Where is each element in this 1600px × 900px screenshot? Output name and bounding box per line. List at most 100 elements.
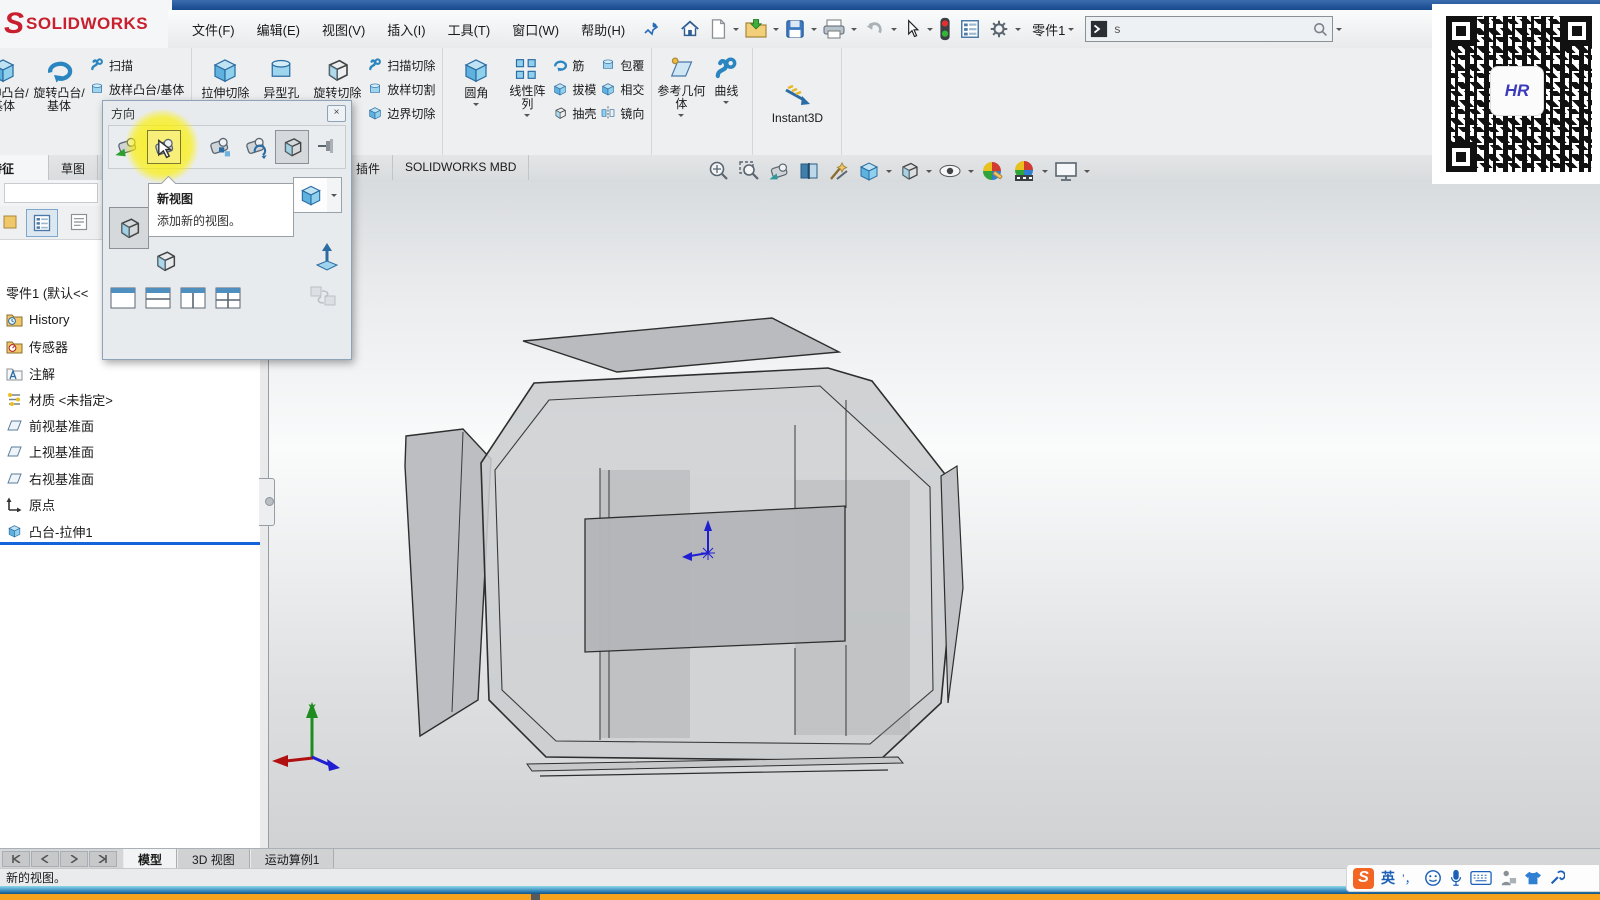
fillet-button[interactable]: 圆角 xyxy=(448,52,504,153)
pin-dialog-button[interactable] xyxy=(313,130,339,162)
new-document-button[interactable] xyxy=(706,16,730,42)
view-settings-button[interactable] xyxy=(1052,158,1080,184)
undo-button[interactable] xyxy=(860,16,888,42)
menu-view[interactable]: 视图(V) xyxy=(312,16,375,43)
tab-solidworks-mbd[interactable]: SOLIDWORKS MBD xyxy=(393,155,529,180)
instant3d-button[interactable]: Instant3D xyxy=(758,52,836,153)
hide-show-items-button[interactable] xyxy=(936,158,964,184)
tree-item-material[interactable]: 材质 <未指定> xyxy=(0,387,113,411)
view-orientation-cube-button[interactable] xyxy=(293,177,329,213)
settings-button[interactable] xyxy=(986,16,1012,42)
tree-item-front-plane[interactable]: 前视基准面 xyxy=(0,413,94,437)
display-style-dropdown[interactable] xyxy=(886,170,892,176)
tree-part-root[interactable]: 零件1 (默认<< xyxy=(0,280,88,304)
linear-pattern-dropdown[interactable] xyxy=(524,114,530,120)
save-button[interactable] xyxy=(782,16,808,42)
menu-help[interactable]: 帮助(H) xyxy=(571,16,635,43)
mirror-button[interactable]: 镜向 xyxy=(600,104,644,122)
open-button[interactable] xyxy=(742,16,770,42)
rebuild-button[interactable] xyxy=(936,15,954,43)
reference-geometry-button[interactable]: 参考几何体 xyxy=(657,52,705,153)
revolve-boss-button[interactable]: 旋转凸台/基体 xyxy=(31,52,87,153)
section-view-button[interactable] xyxy=(796,158,822,184)
close-icon[interactable]: × xyxy=(327,105,346,122)
menu-tools[interactable]: 工具(T) xyxy=(438,16,501,43)
menu-window[interactable]: 窗口(W) xyxy=(502,16,569,43)
new-dropdown[interactable] xyxy=(733,28,739,34)
rib-button[interactable]: 筋 xyxy=(552,56,596,74)
tab-nav-prev-button[interactable] xyxy=(31,851,59,867)
print-button[interactable] xyxy=(820,16,848,42)
apply-scene-dropdown[interactable] xyxy=(1042,170,1048,176)
toolbox-wrench-icon[interactable] xyxy=(1549,870,1565,886)
tab-nav-first-button[interactable] xyxy=(2,851,30,867)
update-standard-views-button[interactable] xyxy=(203,130,235,162)
panel-tab-configurations[interactable] xyxy=(2,209,20,235)
model-left-plate[interactable] xyxy=(405,429,491,736)
shell-button[interactable]: 抽壳 xyxy=(552,104,596,122)
settings-dropdown[interactable] xyxy=(1015,28,1021,34)
document-name[interactable]: 零件1 xyxy=(1032,20,1065,39)
fillet-dropdown[interactable] xyxy=(473,103,479,109)
view-settings-dropdown[interactable] xyxy=(1084,170,1090,176)
sweep-button[interactable]: 扫描 xyxy=(89,56,184,74)
loft-cut-button[interactable]: 放样切割 xyxy=(367,80,435,98)
two-view-vertical-button[interactable] xyxy=(179,285,207,310)
microphone-icon[interactable] xyxy=(1449,869,1463,887)
dimetric-cube-icon[interactable] xyxy=(151,247,179,275)
options-list-button[interactable] xyxy=(957,16,983,42)
tree-item-history[interactable]: History xyxy=(0,307,69,331)
wrap-button[interactable]: 包覆 xyxy=(600,56,644,74)
tab-nav-next-button[interactable] xyxy=(60,851,88,867)
draft-button[interactable]: 拔模 xyxy=(552,80,596,98)
emoji-icon[interactable] xyxy=(1424,869,1442,887)
view-orientation-cube-dropdown[interactable] xyxy=(327,177,342,213)
doc-tab-3d-views[interactable]: 3D 视图 xyxy=(177,849,250,869)
apply-scene-button[interactable] xyxy=(1010,158,1038,184)
single-view-button[interactable] xyxy=(109,285,137,310)
tab-features[interactable]: 特征 xyxy=(0,155,49,180)
menu-insert[interactable]: 插入(I) xyxy=(377,16,435,43)
isometric-view-button[interactable] xyxy=(109,207,149,249)
rollback-bar[interactable] xyxy=(0,542,260,545)
curves-button[interactable]: 曲线 xyxy=(705,52,747,153)
ime-language-toggle[interactable]: 英 xyxy=(1381,868,1395,888)
tree-item-boss-extrude1[interactable]: 凸台-拉伸1 xyxy=(0,519,93,543)
print-dropdown[interactable] xyxy=(851,28,857,34)
document-dropdown[interactable] xyxy=(1068,28,1074,34)
undo-dropdown[interactable] xyxy=(891,28,897,34)
save-dropdown[interactable] xyxy=(811,28,817,34)
menu-edit[interactable]: 编辑(E) xyxy=(247,16,310,43)
hide-show-dropdown[interactable] xyxy=(968,170,974,176)
keyboard-icon[interactable] xyxy=(1470,870,1492,886)
select-dropdown[interactable] xyxy=(927,28,933,34)
sogou-logo[interactable]: S xyxy=(1353,868,1374,889)
tree-filter-box[interactable] xyxy=(4,183,98,203)
view-orientation-dropdown[interactable] xyxy=(926,170,932,176)
four-view-button[interactable] xyxy=(214,285,242,310)
pin-menu-icon[interactable] xyxy=(643,21,659,37)
search-dropdown[interactable] xyxy=(1336,28,1342,34)
tree-item-origin[interactable]: 原点 xyxy=(0,492,55,516)
two-view-horizontal-button[interactable] xyxy=(144,285,172,310)
model-canvas[interactable]: Y X xyxy=(268,180,1600,848)
previous-view-tool-button[interactable] xyxy=(111,130,143,162)
zoom-to-fit-button[interactable] xyxy=(706,158,732,184)
panel-tab-property-manager[interactable] xyxy=(64,209,94,235)
ime-punctuation-toggle[interactable]: ’， xyxy=(1402,870,1417,887)
doc-tab-model[interactable]: 模型 xyxy=(123,849,177,869)
normal-to-icon[interactable] xyxy=(313,241,341,273)
graphics-viewport[interactable]: Y X xyxy=(268,180,1600,848)
reset-standard-views-button[interactable] xyxy=(239,130,271,162)
search-input[interactable]: s xyxy=(1085,16,1333,42)
display-style-button[interactable] xyxy=(856,158,882,184)
select-button[interactable] xyxy=(900,16,924,42)
tree-item-sensors[interactable]: 传感器 xyxy=(0,334,68,358)
reference-geometry-dropdown[interactable] xyxy=(678,114,684,120)
tab-nav-last-button[interactable] xyxy=(89,851,117,867)
tab-sketch[interactable]: 草图 xyxy=(49,155,98,180)
model-sketch-face[interactable] xyxy=(585,506,845,652)
panel-tab-feature-tree[interactable] xyxy=(26,209,58,237)
extrude-boss-button[interactable]: 拉伸凸台/基体 xyxy=(0,52,31,153)
orientation-dialog[interactable]: 方向 × xyxy=(102,100,352,360)
